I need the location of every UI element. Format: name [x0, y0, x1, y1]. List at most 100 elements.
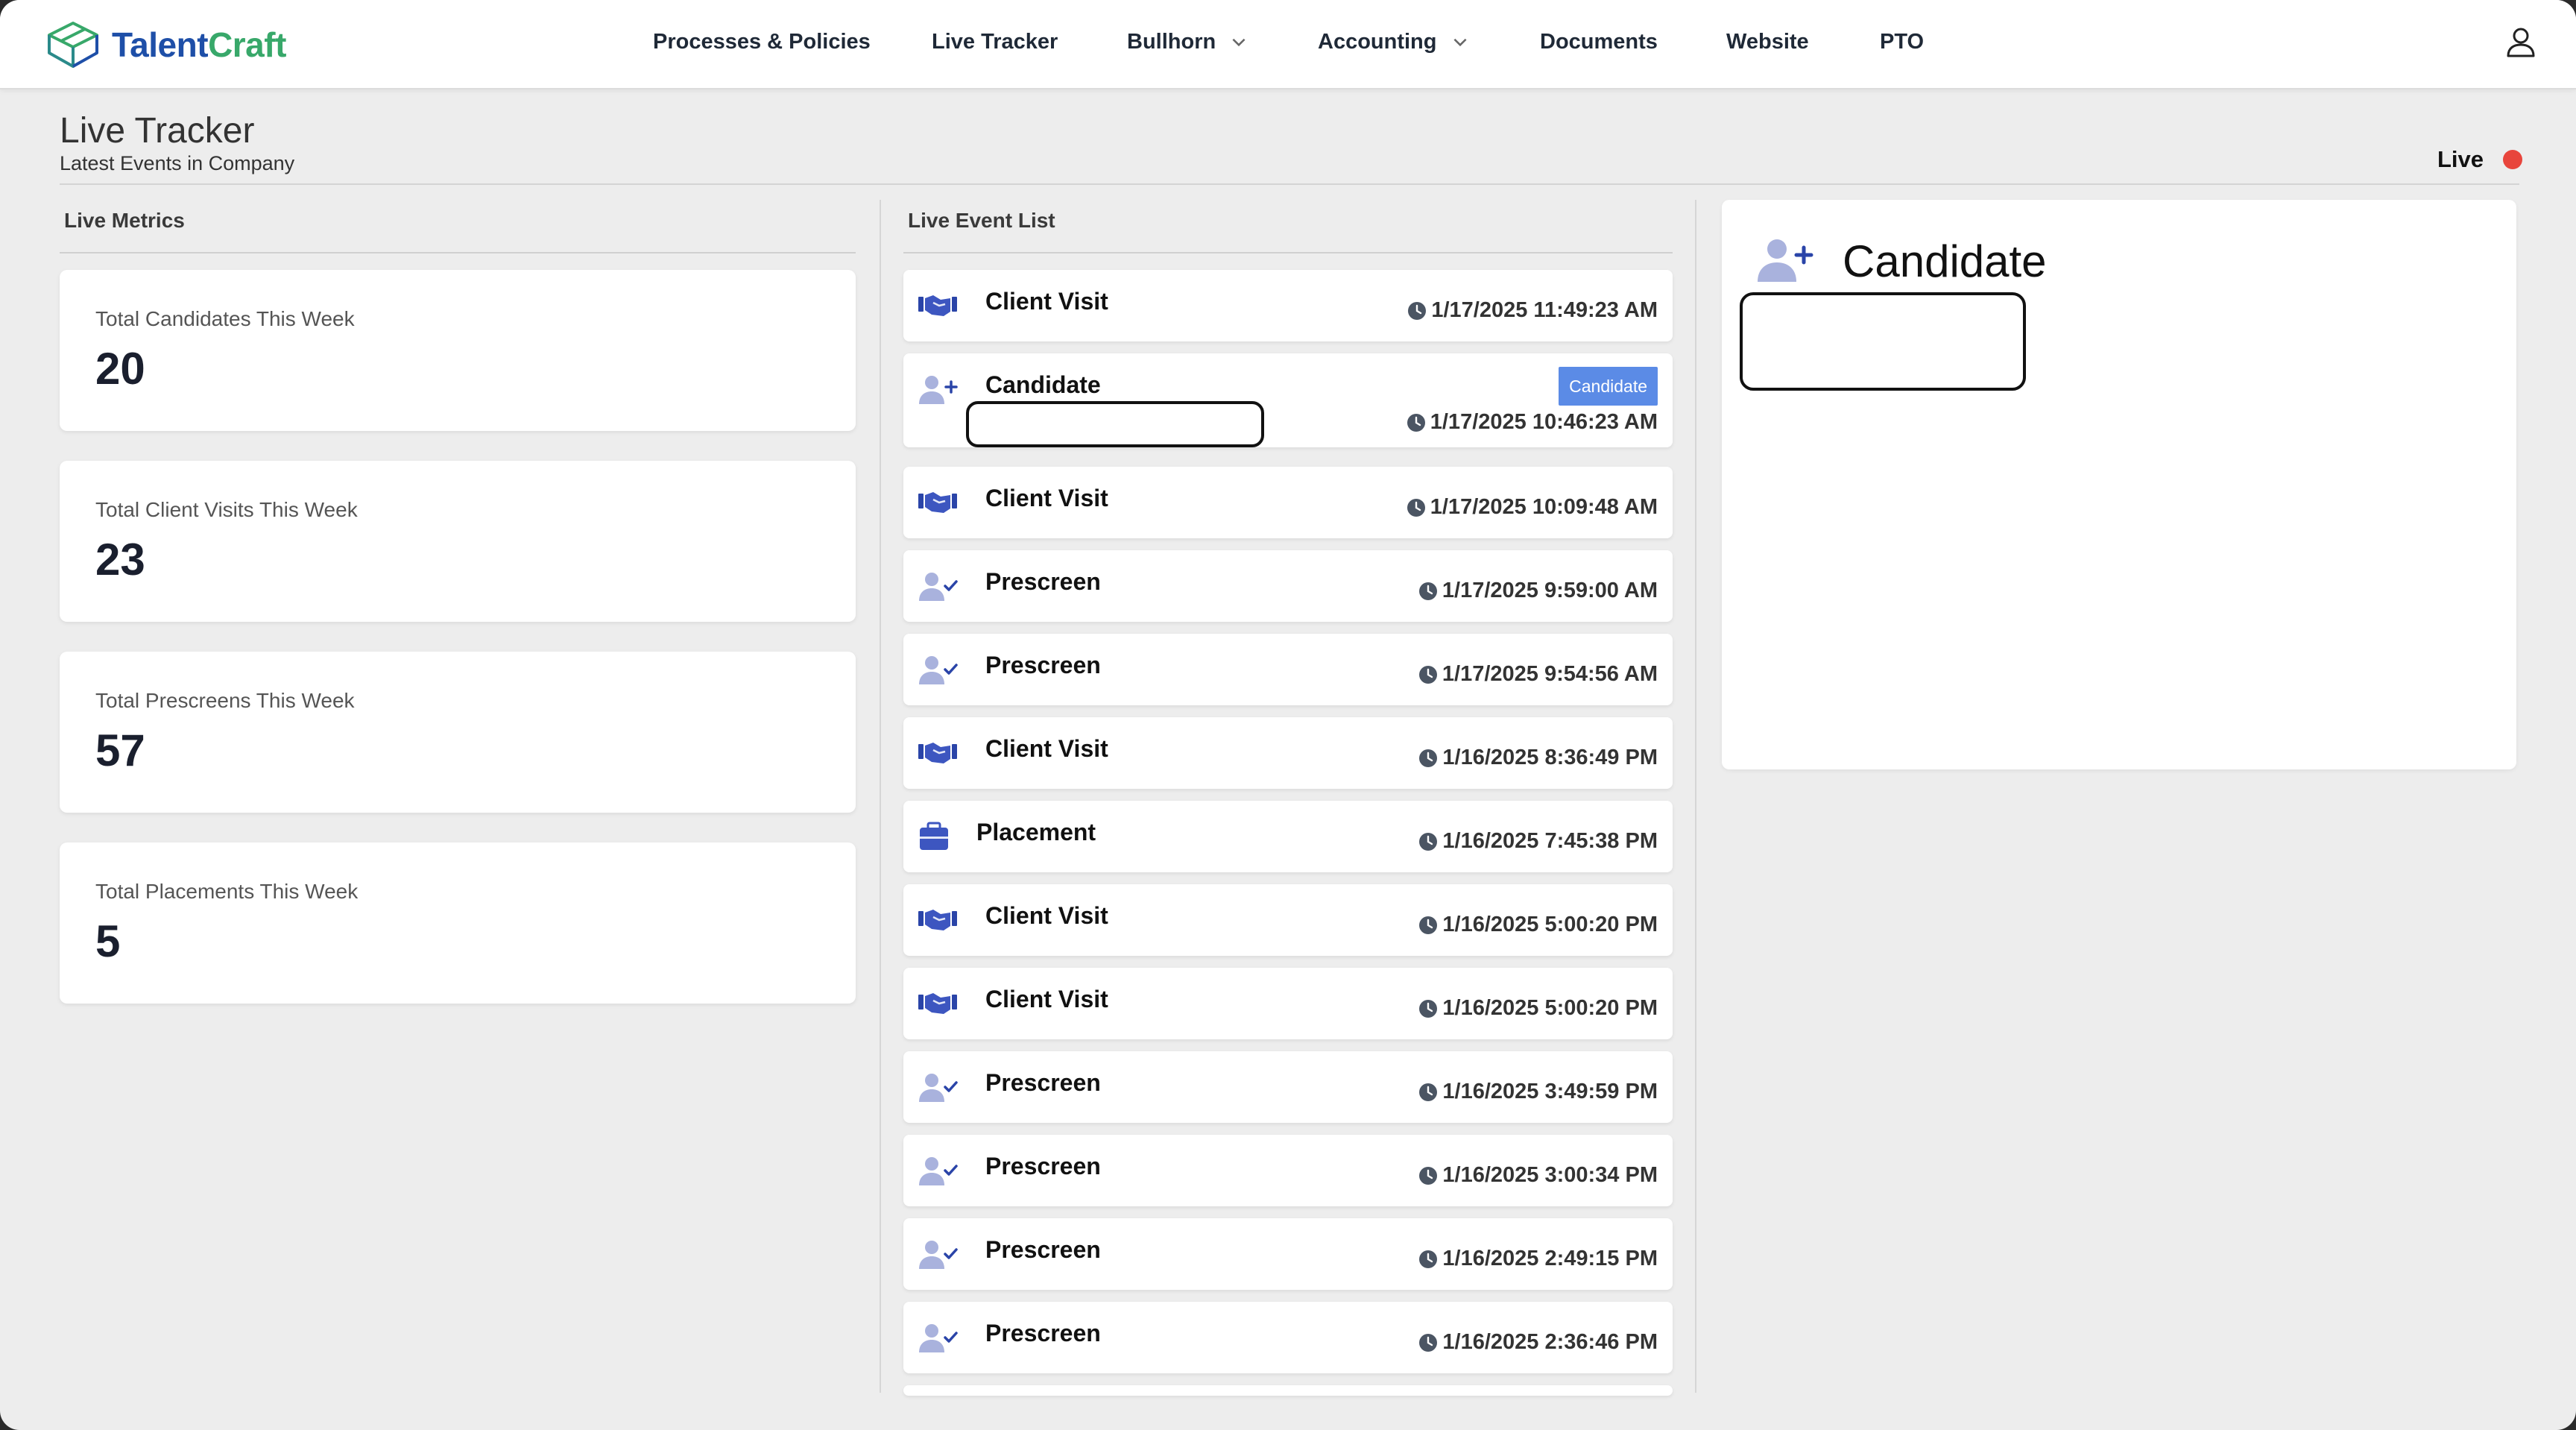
event-type: Client Visit [985, 902, 1108, 929]
nav-label: Documents [1540, 29, 1658, 54]
metric-label: Total Candidates This Week [95, 307, 355, 330]
clock-icon [1407, 413, 1425, 432]
user-check-icon [917, 570, 959, 602]
event-item[interactable]: Prescreen 1/16/2025 2:49:15 PM [903, 1218, 1673, 1290]
user-check-icon [917, 653, 959, 686]
brand-name-part2: Craft [208, 25, 286, 64]
event-time-text: 1/16/2025 3:00:34 PM [1442, 1163, 1658, 1187]
event-item[interactable]: Prescreen 1/17/2025 9:59:00 AM [903, 550, 1673, 622]
metric-value: 20 [95, 344, 145, 394]
briefcase-icon [917, 820, 959, 853]
event-item[interactable]: Client Visit 1/16/2025 5:00:20 PM [903, 884, 1673, 956]
nav-processes-policies[interactable]: Processes & Policies [653, 0, 871, 84]
nav-live-tracker[interactable]: Live Tracker [932, 0, 1058, 84]
event-type: Client Visit [985, 735, 1108, 762]
nav-documents[interactable]: Documents [1540, 0, 1658, 84]
event-type: Client Visit [985, 986, 1108, 1012]
event-type: Prescreen [985, 1320, 1101, 1346]
header-divider [60, 183, 2519, 185]
event-type: Client Visit [985, 485, 1108, 511]
event-item[interactable]: Client Visit 1/17/2025 10:09:48 AM [903, 467, 1673, 538]
nav-pto[interactable]: PTO [1880, 0, 1924, 84]
event-item[interactable]: Prescreen 1/16/2025 2:36:46 PM [903, 1302, 1673, 1373]
event-item[interactable]: Prescreen 1/16/2025 3:00:34 PM [903, 1135, 1673, 1206]
event-timestamp: 1/16/2025 8:36:49 PM [1418, 746, 1658, 770]
redacted-field [1740, 292, 2026, 391]
event-time-text: 1/17/2025 11:49:23 AM [1431, 298, 1658, 322]
event-time-text: 1/16/2025 2:49:15 PM [1442, 1247, 1658, 1270]
app-window: TalentCraft Processes & Policies Live Tr… [0, 0, 2576, 1430]
page-subtitle: Latest Events in Company [60, 152, 295, 174]
event-time-text: 1/17/2025 10:46:23 AM [1430, 410, 1658, 434]
event-timestamp: 1/17/2025 9:59:00 AM [1418, 579, 1658, 603]
nav-label: PTO [1880, 29, 1925, 54]
event-type: Prescreen [985, 652, 1101, 678]
column-divider [1695, 200, 1696, 1393]
user-check-icon [917, 1238, 959, 1270]
section-divider [60, 252, 856, 253]
section-divider [903, 252, 1673, 253]
event-time-text: 1/17/2025 9:54:56 AM [1442, 662, 1658, 686]
metric-card-client-visits: Total Client Visits This Week 23 [60, 461, 856, 622]
event-time-text: 1/16/2025 5:00:20 PM [1442, 913, 1658, 936]
event-item[interactable]: Client Visit 1/17/2025 11:49:23 AM [903, 270, 1673, 341]
nav-label: Accounting [1318, 29, 1437, 54]
live-label: Live [2437, 146, 2484, 172]
top-navbar: TalentCraft Processes & Policies Live Tr… [0, 0, 2576, 89]
event-timestamp: 1/16/2025 2:36:46 PM [1418, 1330, 1658, 1355]
brand-name: TalentCraft [112, 25, 286, 65]
user-icon[interactable] [2504, 25, 2537, 58]
column-divider [880, 200, 881, 1393]
event-timestamp: 1/16/2025 3:00:34 PM [1418, 1163, 1658, 1188]
clock-icon [1419, 1250, 1438, 1268]
nav-label: Processes & Policies [653, 29, 871, 54]
clock-icon [1408, 301, 1427, 320]
nav-label: Live Tracker [932, 29, 1058, 54]
clock-icon [1419, 1083, 1438, 1101]
event-detail-panel: Candidate [1722, 200, 2516, 769]
event-item[interactable]: Prescreen 1/17/2025 9:54:56 AM [903, 634, 1673, 705]
nav-website[interactable]: Website [1726, 0, 1809, 84]
clock-icon [1419, 749, 1438, 767]
event-time-text: 1/16/2025 3:49:59 PM [1442, 1080, 1658, 1103]
user-check-icon [917, 1154, 959, 1187]
handshake-icon [917, 737, 959, 769]
event-time-text: 1/16/2025 7:45:38 PM [1442, 829, 1658, 853]
event-time-text: 1/17/2025 9:59:00 AM [1442, 579, 1658, 602]
metric-label: Total Placements This Week [95, 880, 359, 903]
live-status-dot [2503, 150, 2522, 169]
handshake-icon [917, 289, 959, 322]
chevron-down-icon [1232, 38, 1246, 47]
handshake-icon [917, 486, 959, 519]
event-item-partial[interactable] [903, 1385, 1673, 1396]
event-timestamp: 1/16/2025 5:00:20 PM [1418, 996, 1658, 1021]
brand-logo[interactable]: TalentCraft [46, 13, 286, 76]
event-item[interactable]: Candidate Candidate 1/17/2025 10:46:23 AM [903, 353, 1673, 447]
event-item[interactable]: Prescreen 1/16/2025 3:49:59 PM [903, 1051, 1673, 1123]
event-time-text: 1/17/2025 10:09:48 AM [1430, 495, 1658, 519]
event-type: Client Visit [985, 288, 1108, 315]
user-plus-icon [1758, 239, 1813, 282]
event-item[interactable]: Client Visit 1/16/2025 5:00:20 PM [903, 968, 1673, 1039]
clock-icon [1418, 582, 1437, 600]
nav-bullhorn[interactable]: Bullhorn [1127, 0, 1248, 84]
event-timestamp: 1/17/2025 11:49:23 AM [1407, 298, 1658, 323]
event-type: Candidate [985, 371, 1101, 398]
event-timestamp: 1/17/2025 10:09:48 AM [1407, 495, 1658, 520]
nav-accounting[interactable]: Accounting [1318, 0, 1470, 84]
live-indicator: Live [2437, 146, 2522, 173]
event-type: Prescreen [985, 1069, 1101, 1096]
clock-icon [1419, 1333, 1438, 1352]
event-timestamp: 1/17/2025 9:54:56 AM [1418, 662, 1658, 687]
event-item[interactable]: Client Visit 1/16/2025 8:36:49 PM [903, 717, 1673, 789]
event-timestamp: 1/16/2025 3:49:59 PM [1418, 1080, 1658, 1104]
metric-card-candidates: Total Candidates This Week 20 [60, 270, 856, 431]
clock-icon [1418, 665, 1437, 684]
event-time-text: 1/16/2025 2:36:46 PM [1442, 1330, 1658, 1354]
clock-icon [1407, 498, 1425, 517]
event-item[interactable]: Placement 1/16/2025 7:45:38 PM [903, 801, 1673, 872]
metric-value: 5 [95, 916, 121, 966]
page-title: Live Tracker [60, 111, 255, 151]
live-event-list-title: Live Event List [908, 209, 1055, 232]
nav-label: Website [1726, 29, 1809, 54]
